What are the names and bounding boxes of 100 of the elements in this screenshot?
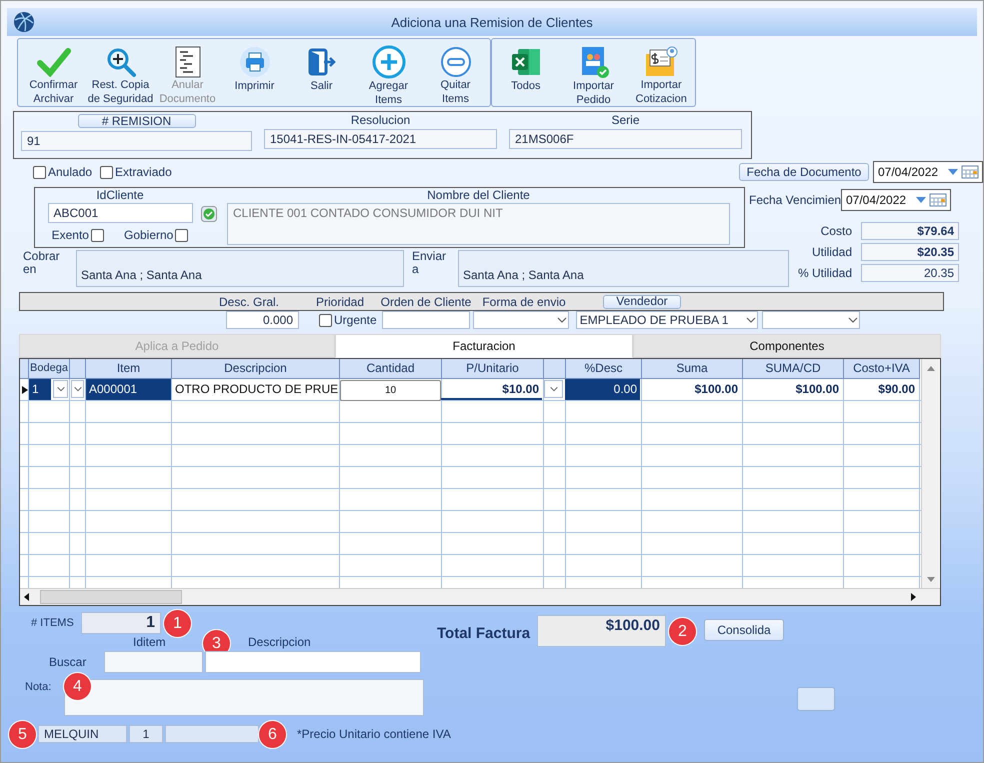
date-button[interactable]: Fecha de Documento	[739, 163, 869, 181]
vendedor-button[interactable]: Vendedor	[603, 294, 681, 308]
summary-value: 20.35	[861, 264, 959, 282]
magnifier-icon	[104, 46, 136, 78]
text-field[interactable]: CLIENTE 001 CONTADO CONSUMIDOR DUI NIT	[227, 203, 730, 245]
field-label: Enviar a	[411, 250, 448, 278]
column-header[interactable]	[70, 359, 86, 379]
toolbar-button[interactable]: Agregar Items	[355, 45, 422, 106]
field-label: Serie	[611, 112, 640, 129]
exit-icon	[306, 47, 336, 77]
field-label: Nombre del Cliente	[427, 188, 530, 203]
total-label: Total Factura	[437, 624, 532, 642]
text-field[interactable]	[382, 311, 470, 329]
column-header[interactable]: P/Unitario	[442, 359, 544, 379]
chevron-down-icon	[556, 316, 568, 324]
toolbar-button[interactable]: Todos	[492, 45, 560, 106]
invoice-folder-icon	[644, 46, 678, 78]
address-field[interactable]: Santa Ana ; Santa Ana	[458, 250, 789, 287]
remision-button[interactable]: # REMISION	[78, 114, 196, 128]
quantity-field[interactable]: 10	[340, 380, 441, 401]
printer-icon	[238, 46, 270, 78]
calendar-icon	[961, 165, 979, 179]
date-field[interactable]: 07/04/2022	[841, 189, 951, 211]
column-header[interactable]	[20, 359, 29, 379]
chevron-down-icon	[744, 316, 757, 324]
column-header[interactable]: Suma	[642, 359, 743, 379]
toolbar-button[interactable]: Rest. Copia de Seguridad	[87, 45, 154, 106]
tab[interactable]: Componentes	[633, 334, 941, 358]
column-header[interactable]: Bodega	[29, 359, 70, 379]
button[interactable]	[797, 687, 835, 711]
tab[interactable]: Facturacion	[335, 334, 633, 358]
column-header[interactable]	[544, 359, 566, 379]
field-label: Resolucion	[350, 112, 410, 129]
description-cell-text: OTRO PRODUCTO DE PRUE	[174, 381, 339, 398]
item-code-cell: A000001	[86, 379, 171, 400]
summary-value: $79.64	[861, 222, 959, 240]
address-field[interactable]: Santa Ana ; Santa Ana	[76, 250, 404, 287]
column-label: Forma de envio	[481, 294, 567, 308]
unit-price-cell: $10.00	[441, 379, 542, 400]
warehouse-cell: 1	[29, 379, 51, 400]
text-field[interactable]: 15041-RES-IN-05417-2021	[264, 129, 497, 149]
total-field: $100.00	[537, 615, 666, 647]
checkbox[interactable]	[33, 166, 46, 178]
summary-label: Costo	[820, 224, 852, 238]
items-count-field: 1	[81, 612, 161, 634]
column-header[interactable]: %Desc	[566, 359, 642, 379]
text-field[interactable]	[205, 651, 421, 673]
scroll-up-icon[interactable]	[926, 364, 936, 372]
column-header[interactable]: SUMA/CD	[743, 359, 844, 379]
scroll-right-icon[interactable]	[910, 592, 918, 602]
checkbox[interactable]	[319, 314, 332, 326]
text-field[interactable]: 91	[21, 131, 252, 151]
dropdown[interactable]	[53, 380, 68, 398]
status-field: MELQUIN	[38, 725, 127, 743]
cost-cell-text: $90.00	[877, 381, 916, 398]
toolbar-button[interactable]: Quitar Items	[422, 45, 489, 106]
checkbox-label: Exento	[52, 228, 89, 242]
plus-circle-icon	[372, 45, 406, 79]
toolbar-button[interactable]: Importar Cotizacion	[627, 45, 696, 106]
text-field[interactable]: 0.000	[226, 311, 299, 329]
column-label: Prioridad	[314, 294, 366, 308]
column-header[interactable]: Costo+IVA	[844, 359, 920, 379]
text-field[interactable]	[104, 651, 203, 673]
column-header[interactable]: Cantidad	[340, 359, 442, 379]
number-badge: 4	[64, 673, 91, 700]
column-label: Iditem	[133, 635, 167, 649]
column-label: Descripcion	[248, 635, 311, 649]
checkbox[interactable]	[100, 166, 114, 178]
field-label: IdCliente	[96, 188, 144, 203]
sum-cd-cell-text: $100.00	[794, 381, 840, 398]
toolbar-button[interactable]: Imprimir	[221, 45, 288, 106]
dropdown[interactable]	[544, 380, 563, 398]
nota-label: Nota:	[25, 681, 52, 693]
toolbar-button[interactable]: Confirmar Archivar	[20, 45, 87, 106]
column-header[interactable]: Descripcion	[172, 359, 340, 379]
scroll-left-icon[interactable]	[22, 592, 30, 602]
consolida-button[interactable]: Consolida	[704, 619, 784, 641]
dropdown[interactable]: EMPLEADO DE PRUEBA 1	[576, 311, 758, 329]
column-label: Desc. Gral.	[218, 294, 280, 308]
spreadsheet-icon	[510, 46, 542, 78]
dropdown-arrow-icon	[948, 169, 958, 175]
checkmark-icon	[36, 46, 70, 76]
note-field[interactable]	[64, 679, 424, 716]
scroll-down-icon[interactable]	[926, 576, 936, 584]
checkbox-label: Extraviado	[115, 165, 172, 179]
dropdown[interactable]	[71, 380, 84, 398]
toolbar-button[interactable]: Salir	[288, 45, 355, 106]
number-badge: 6	[259, 720, 286, 748]
date-field[interactable]: 07/04/2022	[873, 161, 983, 183]
field-label: Fecha Vencimien	[749, 193, 841, 207]
toolbar-button[interactable]: Importar Pedido	[560, 45, 628, 106]
checkbox[interactable]	[175, 228, 188, 242]
column-header[interactable]: Item	[86, 359, 172, 379]
number-badge: 5	[9, 720, 36, 748]
scroll-thumb[interactable]	[40, 590, 182, 604]
text-field[interactable]: ABC001	[48, 203, 192, 223]
text-field[interactable]: 21MS006F	[509, 129, 742, 149]
checkbox[interactable]	[90, 228, 104, 242]
discount-cell: 0.00	[565, 379, 640, 400]
summary-label: Utilidad	[810, 245, 852, 259]
